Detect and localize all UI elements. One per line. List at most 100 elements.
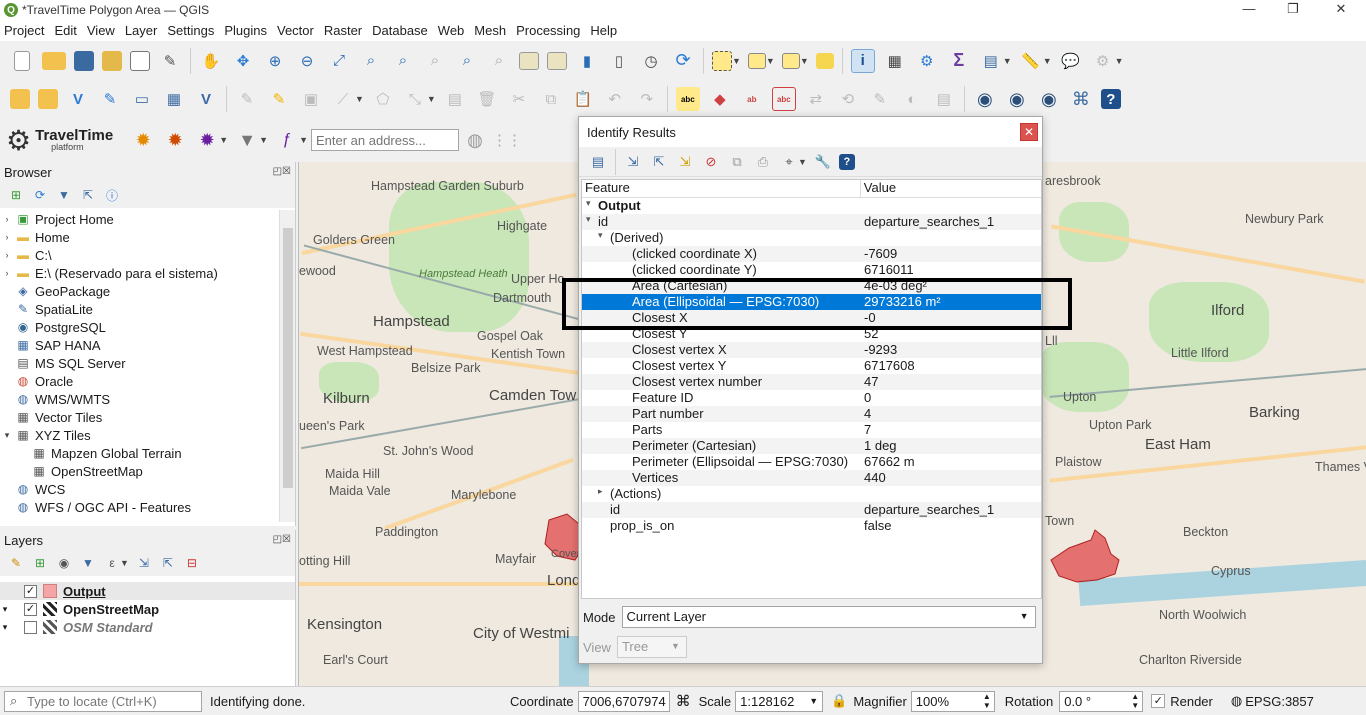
view-select[interactable]: Tree ▼ (616, 636, 687, 658)
traveltime-time-filter-icon[interactable]: ✹ (163, 128, 187, 152)
map-tips-icon[interactable]: 💬 (1059, 49, 1083, 73)
field-calculator-icon[interactable]: ▤ (979, 49, 1003, 73)
chevron-down-icon[interactable]: ▼ (219, 135, 228, 145)
result-row[interactable]: Parts 7 (582, 422, 1041, 438)
extents-toggle-icon[interactable]: ⌘ (676, 692, 691, 710)
layer-item-osm-standard[interactable]: ▾ OSM Standard (0, 618, 295, 636)
crs-globe-icon[interactable]: ◍ (1231, 693, 1242, 709)
locate-bar[interactable]: ⌕ Type to locate (Ctrl+K) (4, 690, 202, 712)
result-row[interactable]: ▾ (Derived) (582, 230, 1041, 246)
remove-layer-icon[interactable]: ⊟ (183, 554, 201, 572)
chevron-down-icon[interactable]: ▾ (0, 430, 14, 441)
print-layout-icon[interactable] (130, 50, 150, 71)
chevron-down-icon[interactable]: ▼ (800, 56, 809, 66)
result-row[interactable]: id departure_searches_1 (582, 502, 1041, 518)
geocode-icon[interactable]: ◍ (463, 128, 487, 152)
chevron-down-icon[interactable]: ▼ (299, 135, 308, 145)
result-row[interactable]: Closest Y 52 (582, 326, 1041, 342)
tree-item-mapzen[interactable]: ▦ Mapzen Global Terrain (0, 444, 278, 462)
collapse-all-icon[interactable]: ⇱ (79, 186, 97, 204)
filter-expression-icon[interactable]: ε (103, 554, 121, 572)
tree-item-spatialite[interactable]: ✎ SpatiaLite (0, 300, 278, 318)
add-selected-layers-icon[interactable]: ⊞ (7, 186, 25, 204)
zoom-to-layer-icon[interactable]: ⌕ (391, 49, 415, 73)
digitize-icon[interactable]: ⟋ (331, 87, 355, 111)
grid-dots-icon[interactable]: ⋮⋮ (492, 128, 522, 152)
add-virtual-layer-icon[interactable]: V (194, 87, 218, 111)
new-map-view-icon[interactable] (519, 51, 539, 70)
tree-item-oracle[interactable]: ◍ Oracle (0, 372, 278, 390)
chevron-right-icon[interactable]: › (0, 250, 14, 260)
browser-scrollbar[interactable] (279, 210, 295, 522)
maximize-button[interactable]: ❐ (1270, 0, 1316, 20)
scale-combo[interactable]: 1:128162 ▼ (735, 690, 824, 712)
new-project-icon[interactable] (14, 50, 30, 71)
menu-settings[interactable]: Settings (163, 23, 218, 38)
help-icon[interactable]: ? (1100, 89, 1121, 109)
deselect-all-icon[interactable] (781, 52, 800, 69)
clear-results-icon[interactable]: ⊘ (701, 152, 721, 172)
address-input[interactable] (310, 129, 459, 151)
traveltime-expert-icon[interactable]: ✹ (195, 128, 219, 152)
metasearch-icon[interactable]: ◉ (973, 87, 997, 111)
print-results-icon[interactable]: ⎙ (753, 152, 773, 172)
filter-icon[interactable]: ▼ (55, 186, 73, 204)
tree-item-geopackage[interactable]: ◈ GeoPackage (0, 282, 278, 300)
paste-features-icon[interactable]: 📋 (571, 87, 595, 111)
tree-item-openstreetmap[interactable]: ▦ OpenStreetMap (0, 462, 278, 480)
result-row[interactable]: Closest vertex Y 6717608 (582, 358, 1041, 374)
menu-web[interactable]: Web (434, 23, 469, 38)
tree-item-wfs[interactable]: ◍ WFS / OGC API - Features (0, 498, 278, 516)
save-project-icon[interactable] (74, 50, 94, 71)
result-row[interactable]: Area (Ellipsoidal — EPSG:7030) 29733216 m… (582, 294, 1041, 310)
menu-database[interactable]: Database (368, 23, 432, 38)
refresh-icon[interactable]: ⟳ (671, 49, 695, 73)
chevron-down-icon[interactable]: ▼ (1043, 56, 1052, 66)
travel-time-polygon[interactable] (1050, 529, 1120, 583)
chevron-down-icon[interactable]: ▼ (427, 94, 436, 104)
move-label-icon[interactable]: ⇄ (804, 87, 828, 111)
select-features-icon[interactable] (712, 50, 732, 71)
chevron-down-icon[interactable]: ▾ (0, 622, 10, 633)
traveltime-time-map-icon[interactable]: ✹ (131, 128, 155, 152)
tree-item-vector-tiles[interactable]: ▦ Vector Tiles (0, 408, 278, 426)
result-row[interactable]: prop_is_on false (582, 518, 1041, 534)
chevron-down-icon[interactable]: ▼ (1003, 56, 1012, 66)
chevron-down-icon[interactable]: ▾ (586, 214, 591, 225)
tree-item-postgresql[interactable]: ◉ PostgreSQL (0, 318, 278, 336)
result-row[interactable]: ▸ (Actions) (582, 486, 1041, 502)
chevron-down-icon[interactable]: ▾ (598, 230, 603, 241)
result-row[interactable]: ▾ Output (582, 198, 1041, 214)
processing-toolbox-icon[interactable]: ⚙ (915, 49, 939, 73)
zoom-out-icon[interactable]: ⊖ (295, 49, 319, 73)
temporal-controller-icon[interactable]: ◷ (639, 49, 663, 73)
open-project-icon[interactable] (42, 51, 66, 70)
chevron-right-icon[interactable]: › (0, 268, 14, 278)
expand-tree-icon[interactable]: ⇲ (623, 152, 643, 172)
menu-layer[interactable]: Layer (121, 23, 162, 38)
expand-new-results-icon[interactable]: ⇲ (675, 152, 695, 172)
pan-to-selection-icon[interactable]: ✥ (231, 49, 255, 73)
collapse-all-icon[interactable]: ⇱ (159, 554, 177, 572)
tree-item-project-home[interactable]: › ▣ Project Home (0, 210, 278, 228)
menu-mesh[interactable]: Mesh (470, 23, 510, 38)
add-vector-layer-icon[interactable] (38, 89, 58, 109)
identify-settings-icon[interactable]: 🔧 (813, 152, 833, 172)
rotate-label-icon[interactable]: ⟲ (836, 87, 860, 111)
zoom-to-selection-icon[interactable]: ⌕ (359, 49, 383, 73)
menu-processing[interactable]: Processing (512, 23, 584, 38)
show-hide-labels-icon[interactable]: ◐ (900, 87, 924, 111)
save-as-icon[interactable] (102, 50, 122, 71)
column-header-feature[interactable]: Feature (582, 180, 861, 197)
identify-features-icon[interactable]: i (850, 48, 875, 73)
layer-style-icon[interactable]: ✎ (7, 554, 25, 572)
add-group-icon[interactable]: ⊞ (31, 554, 49, 572)
result-row[interactable]: (clicked coordinate X) -7609 (582, 246, 1041, 262)
layer-visibility-checkbox[interactable] (24, 620, 37, 634)
label-properties-icon[interactable]: ▤ (932, 87, 956, 111)
magnifier-spinbox[interactable]: 100% ▲ ▼ (910, 690, 995, 712)
column-header-value[interactable]: Value (861, 180, 1041, 197)
add-delimited-text-icon[interactable]: V (66, 87, 90, 111)
tree-item-wms-wmts[interactable]: ◍ WMS/WMTS (0, 390, 278, 408)
highlight-labels-icon[interactable]: abc (771, 87, 796, 111)
